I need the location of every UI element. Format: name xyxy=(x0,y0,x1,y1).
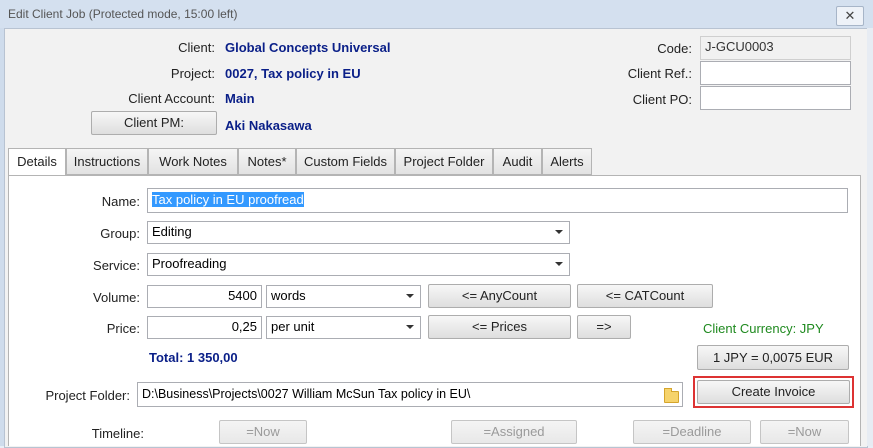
price-unit-select[interactable]: per unit xyxy=(266,316,421,339)
tab-project-folder[interactable]: Project Folder xyxy=(395,148,493,175)
dropdown-arrow-icon xyxy=(406,325,414,329)
client-po-label: Client PO: xyxy=(632,92,692,107)
timeline-deadline-button[interactable]: =Deadline xyxy=(633,420,751,444)
project-folder-label: Project Folder: xyxy=(45,388,130,403)
client-pm-value: Aki Nakasawa xyxy=(225,118,312,133)
group-label: Group: xyxy=(100,226,140,241)
group-select[interactable]: Editing xyxy=(147,221,570,244)
client-label: Client: xyxy=(178,40,215,55)
close-icon[interactable]: ✕ xyxy=(836,6,864,26)
create-invoice-button[interactable]: Create Invoice xyxy=(697,380,850,404)
timeline-now-button[interactable]: =Now xyxy=(219,420,307,444)
title-bar: Edit Client Job (Protected mode, 15:00 l… xyxy=(0,0,873,28)
dropdown-arrow-icon xyxy=(555,262,563,266)
volume-label: Volume: xyxy=(93,290,140,305)
total-value: Total: 1 350,00 xyxy=(149,350,238,365)
code-label: Code: xyxy=(657,41,692,56)
apply-price-button[interactable]: => xyxy=(577,315,631,339)
client-account-value: Main xyxy=(225,91,255,106)
project-folder-input[interactable]: D:\Business\Projects\0027 William McSun … xyxy=(137,382,683,407)
price-input[interactable]: 0,25 xyxy=(147,316,262,339)
project-folder-value: D:\Business\Projects\0027 William McSun … xyxy=(142,387,471,401)
client-ref-input[interactable] xyxy=(700,61,851,85)
project-label: Project: xyxy=(170,66,215,81)
tab-alerts[interactable]: Alerts xyxy=(542,148,592,175)
tab-custom-fields[interactable]: Custom Fields xyxy=(296,148,395,175)
timeline-label: Timeline: xyxy=(91,426,144,441)
side-scroll-strip xyxy=(867,28,873,446)
name-input[interactable]: Tax policy in EU proofread xyxy=(147,188,848,213)
group-select-value: Editing xyxy=(152,224,192,239)
volume-unit-value: words xyxy=(271,288,306,303)
tab-instructions[interactable]: Instructions xyxy=(66,148,148,175)
client-value: Global Concepts Universal xyxy=(225,40,391,55)
volume-input[interactable]: 5400 xyxy=(147,285,262,308)
folder-icon[interactable] xyxy=(664,388,679,403)
catcount-button[interactable]: <= CATCount xyxy=(577,284,713,308)
price-label: Price: xyxy=(106,321,140,336)
tab-audit[interactable]: Audit xyxy=(493,148,542,175)
tab-work-notes[interactable]: Work Notes xyxy=(148,148,238,175)
dropdown-arrow-icon xyxy=(555,230,563,234)
volume-unit-select[interactable]: words xyxy=(266,285,421,308)
anycount-button[interactable]: <= AnyCount xyxy=(428,284,571,308)
name-label: Name: xyxy=(101,194,140,209)
price-unit-value: per unit xyxy=(271,319,315,334)
client-ref-label: Client Ref.: xyxy=(627,66,692,81)
service-select-value: Proofreading xyxy=(152,256,227,271)
timeline-now-2-button[interactable]: =Now xyxy=(760,420,849,444)
service-label: Service: xyxy=(93,258,140,273)
client-account-label: Client Account: xyxy=(128,91,215,106)
edit-client-job-window: Edit Client Job (Protected mode, 15:00 l… xyxy=(0,0,873,448)
dropdown-arrow-icon xyxy=(406,294,414,298)
service-select[interactable]: Proofreading xyxy=(147,253,570,276)
tab-details[interactable]: Details xyxy=(8,148,66,176)
prices-button[interactable]: <= Prices xyxy=(428,315,571,339)
client-pm-button[interactable]: Client PM: xyxy=(91,111,217,135)
project-value: 0027, Tax policy in EU xyxy=(225,66,361,81)
client-currency: Client Currency: JPY xyxy=(703,321,824,336)
code-field: J-GCU0003 xyxy=(700,36,851,60)
name-input-text: Tax policy in EU proofread xyxy=(152,192,304,207)
window-title: Edit Client Job (Protected mode, 15:00 l… xyxy=(8,7,238,21)
tab-notes[interactable]: Notes* xyxy=(238,148,296,175)
exchange-rate-button[interactable]: 1 JPY = 0,0075 EUR xyxy=(697,345,849,370)
timeline-assigned-button[interactable]: =Assigned xyxy=(451,420,577,444)
client-po-input[interactable] xyxy=(700,86,851,110)
